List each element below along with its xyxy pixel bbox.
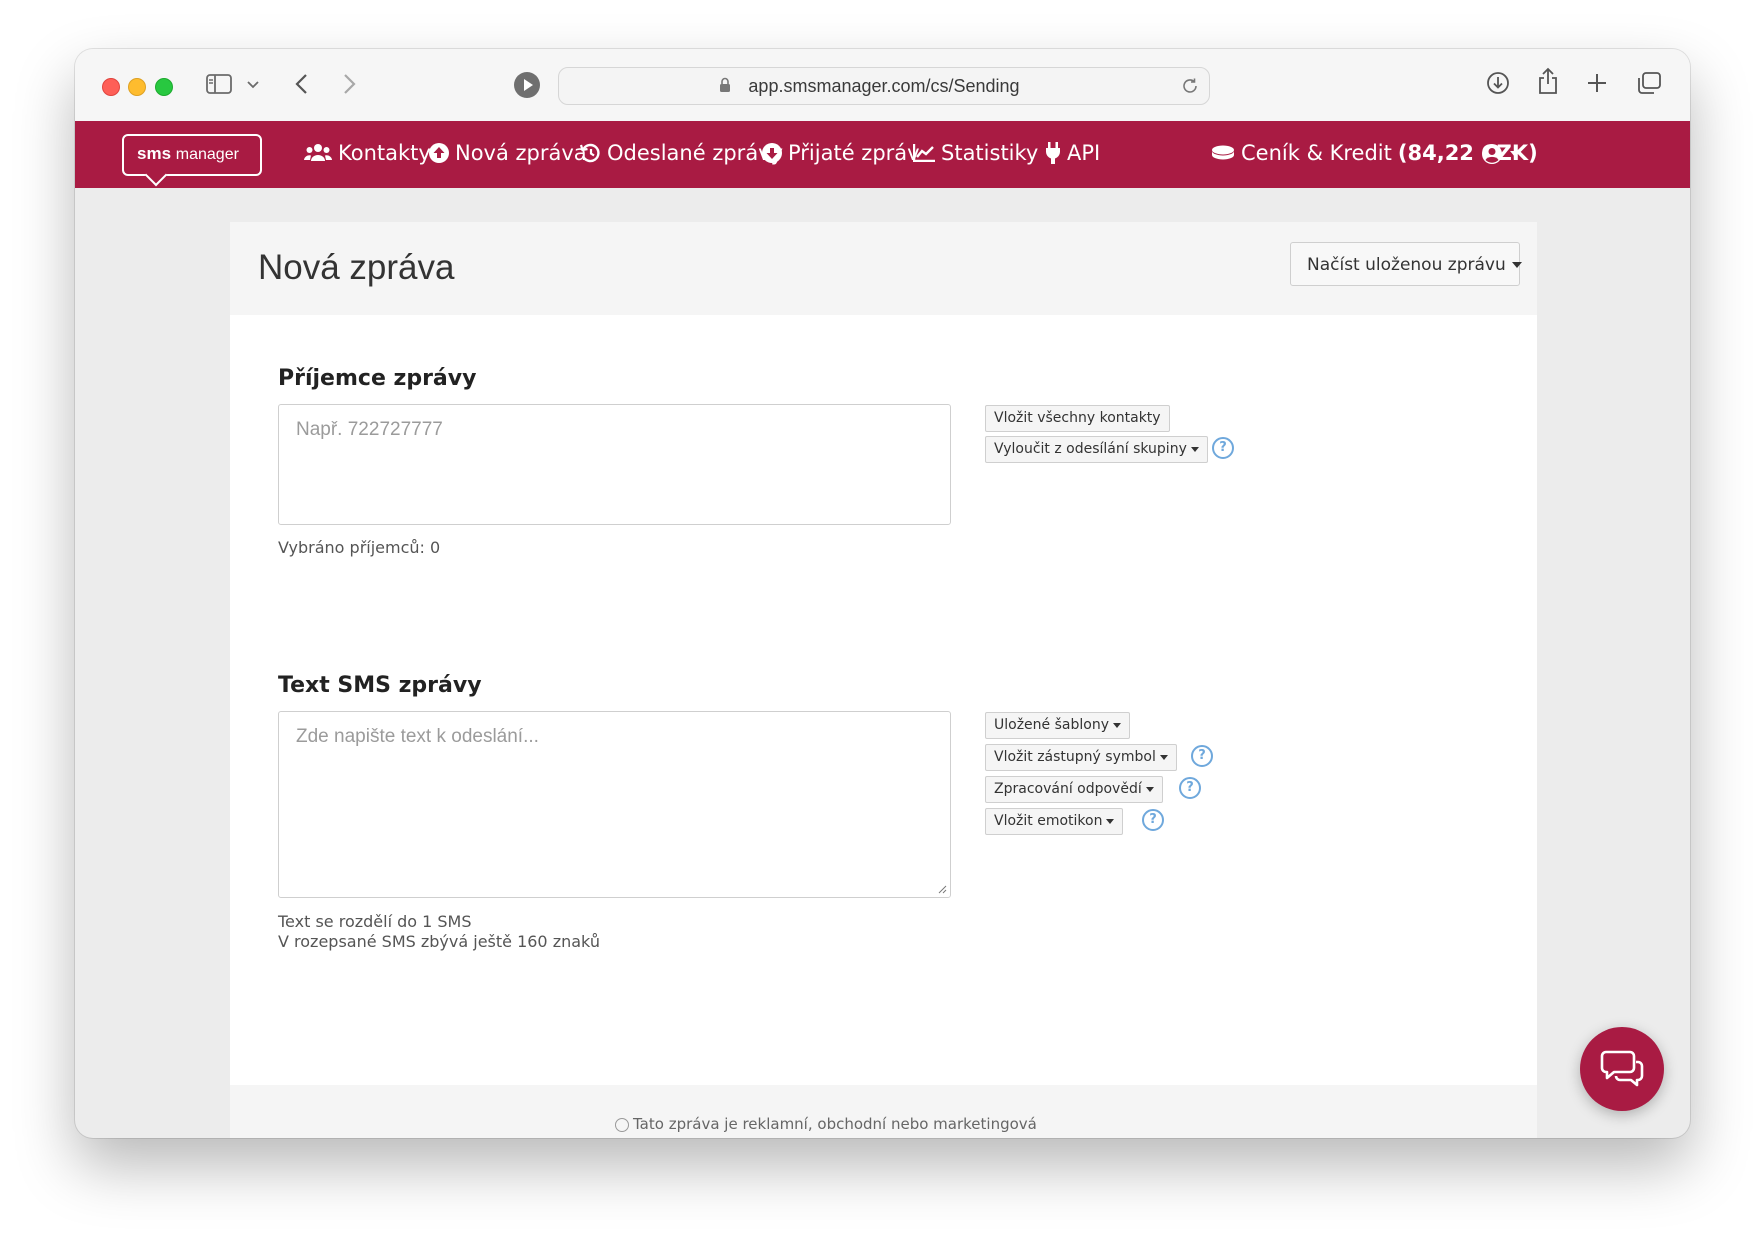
close-window-button[interactable] xyxy=(102,78,120,96)
caret-down-icon xyxy=(1145,786,1154,792)
insert-placeholder-dropdown[interactable]: Vložit zástupný symbol xyxy=(985,744,1177,771)
zoom-window-button[interactable] xyxy=(155,78,173,96)
caret-down-icon xyxy=(1106,818,1115,824)
address-bar[interactable]: app.smsmanager.com/cs/Sending xyxy=(558,67,1210,105)
new-message-panel: Nová zpráva Načíst uloženou zprávu Příje… xyxy=(230,222,1537,1138)
chart-line-icon xyxy=(913,144,935,162)
sms-manager-logo[interactable]: sms manager xyxy=(122,134,262,187)
marketing-label: Tato zpráva je reklamní, obchodní nebo m… xyxy=(633,1115,1037,1133)
new-tab-plus-icon[interactable] xyxy=(1587,73,1607,93)
message-textarea[interactable]: Zde napište text k odeslání... xyxy=(278,711,951,898)
panel-header: Nová zpráva Načíst uloženou zprávu xyxy=(230,222,1537,315)
credit-label: Ceník & Kredit xyxy=(1241,141,1392,165)
tab-overview-icon[interactable] xyxy=(1636,71,1662,95)
sms-remaining-text: V rozepsané SMS zbývá ještě 160 znaků xyxy=(278,932,600,951)
load-saved-message-button[interactable]: Načíst uloženou zprávu xyxy=(1290,242,1522,286)
insert-all-contacts-button[interactable]: Vložit všechny kontakty xyxy=(985,405,1170,432)
caret-down-icon xyxy=(1511,262,1522,268)
chat-support-button[interactable] xyxy=(1580,1027,1664,1111)
recipients-count: Vybráno příjemců: 0 xyxy=(278,538,441,557)
nav-statistics[interactable]: Statistiky xyxy=(913,141,1038,165)
caret-down-icon xyxy=(1159,754,1168,760)
panel-footer: Tato zpráva je reklamní, obchodní nebo m… xyxy=(230,1085,1537,1138)
nav-api[interactable]: API xyxy=(1045,141,1100,165)
nav-new-message[interactable]: Nová zpráva xyxy=(429,141,587,165)
help-icon[interactable]: ? xyxy=(1191,745,1213,767)
plug-icon xyxy=(1046,142,1060,164)
browser-toolbar: app.smsmanager.com/cs/Sending xyxy=(75,49,1690,122)
user-circle-icon xyxy=(1482,144,1502,164)
nav-received-messages[interactable]: Přijaté zpráv xyxy=(762,141,920,165)
minimize-window-button[interactable] xyxy=(128,78,146,96)
nav-label: Kontakty xyxy=(338,141,431,165)
browser-window: app.smsmanager.com/cs/Sending sms manage… xyxy=(75,49,1690,1138)
nav-label: Odeslané zprávy xyxy=(607,141,784,165)
recipients-title: Příjemce zprávy xyxy=(278,366,477,391)
forward-arrow-icon[interactable] xyxy=(343,73,357,95)
downloads-icon[interactable] xyxy=(1486,71,1510,95)
caret-down-icon xyxy=(1112,722,1121,728)
users-icon xyxy=(304,144,332,161)
share-icon[interactable] xyxy=(1537,67,1559,95)
upload-circle-icon xyxy=(429,143,449,163)
caret-down-icon xyxy=(1190,446,1199,452)
url-text: app.smsmanager.com/cs/Sending xyxy=(748,76,1020,96)
app-navbar: sms manager Kontakty Nová zpráva Odeslan… xyxy=(75,121,1690,188)
insert-emoticon-dropdown[interactable]: Vložit emotikon xyxy=(985,808,1124,835)
sidebar-toggle-icon[interactable] xyxy=(206,74,232,94)
user-menu[interactable] xyxy=(1481,143,1521,165)
marketing-option[interactable]: Tato zpráva je reklamní, obchodní nebo m… xyxy=(615,1115,1037,1133)
nav-label: Nová zpráva xyxy=(455,141,587,165)
reply-processing-dropdown[interactable]: Zpracování odpovědí xyxy=(985,776,1163,803)
marketing-radio[interactable] xyxy=(615,1117,629,1132)
saved-templates-dropdown[interactable]: Uložené šablony xyxy=(985,712,1130,739)
page-title: Nová zpráva xyxy=(258,248,455,287)
download-circle-icon xyxy=(762,143,782,163)
message-placeholder: Zde napište text k odeslání... xyxy=(296,726,539,747)
chevron-down-icon[interactable] xyxy=(247,81,259,89)
recipients-input[interactable]: Např. 722727777 xyxy=(278,404,951,525)
nav-label: API xyxy=(1067,141,1101,165)
history-icon xyxy=(579,143,600,163)
media-play-icon[interactable] xyxy=(514,72,540,98)
exclude-groups-dropdown[interactable]: Vyloučit z odesílání skupiny xyxy=(985,436,1208,463)
chat-bubbles-icon xyxy=(1600,1050,1644,1087)
nav-label: Statistiky xyxy=(941,141,1039,165)
nav-sent-messages[interactable]: Odeslané zprávy xyxy=(579,141,783,165)
message-text-title: Text SMS zprávy xyxy=(278,673,482,698)
resize-handle-icon[interactable] xyxy=(937,884,947,894)
logo-manager-text: manager xyxy=(175,146,239,163)
load-saved-label: Načíst uloženou zprávu xyxy=(1307,255,1506,275)
nav-label: Přijaté zpráv xyxy=(788,141,920,165)
help-icon[interactable]: ? xyxy=(1179,777,1201,799)
help-icon[interactable]: ? xyxy=(1142,809,1164,831)
logo-sms-text: sms xyxy=(137,144,172,163)
caret-down-icon xyxy=(1510,151,1520,157)
back-arrow-icon[interactable] xyxy=(294,73,308,95)
reload-icon[interactable] xyxy=(1181,77,1199,95)
nav-contacts[interactable]: Kontakty xyxy=(304,141,431,165)
coins-icon xyxy=(1212,145,1234,160)
help-icon[interactable]: ? xyxy=(1212,437,1234,459)
sms-split-text: Text se rozdělí do 1 SMS xyxy=(278,912,472,931)
